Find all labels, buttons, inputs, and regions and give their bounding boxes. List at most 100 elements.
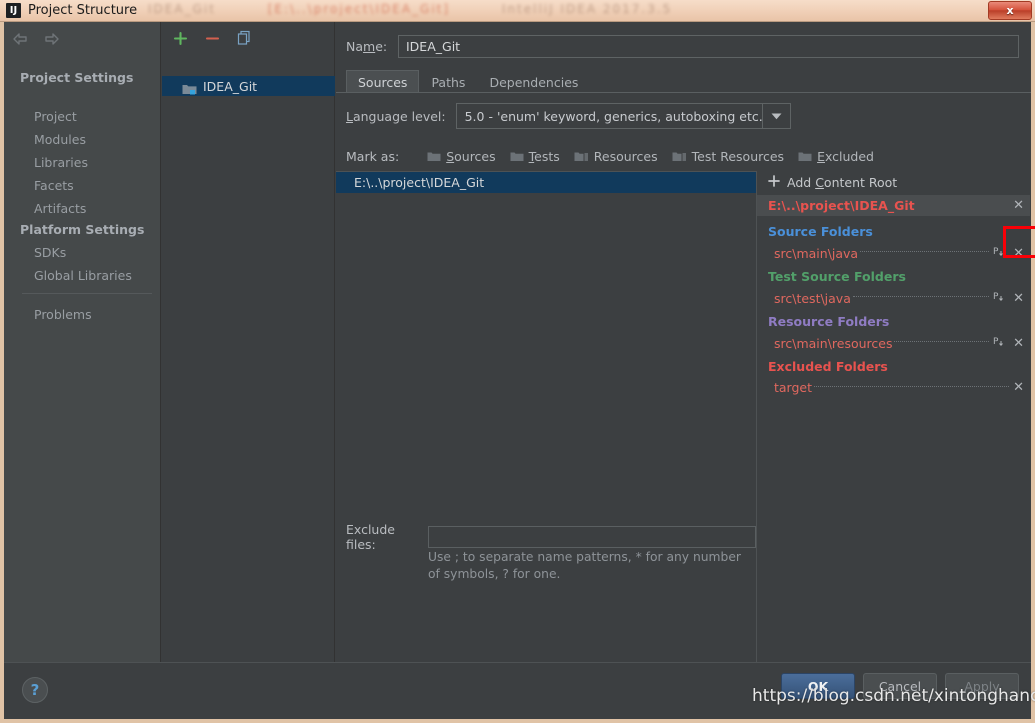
- folder-icon: [427, 152, 441, 161]
- tab-dependencies[interactable]: Dependencies: [477, 70, 590, 93]
- test-source-folder-entry[interactable]: src\test\java P ✕: [774, 290, 1024, 306]
- module-name-input[interactable]: IDEA_Git: [398, 34, 1019, 58]
- excluded-folder-entry[interactable]: target ✕: [774, 380, 1024, 395]
- window-close-button[interactable]: x: [988, 1, 1032, 20]
- mark-as-row: Mark as: Sources Tests Resources Test Re…: [346, 146, 888, 166]
- tabs-underline: [336, 92, 1031, 93]
- leader-dots: [852, 296, 990, 297]
- resource-folder-path: src\main\resources: [774, 335, 893, 351]
- source-folder-entry[interactable]: src\main\java P ✕: [774, 245, 1024, 261]
- modules-column: IDEA_Git: [162, 22, 335, 662]
- module-name-label: Name:: [346, 38, 388, 54]
- sidebar-item-modules[interactable]: Modules: [34, 132, 86, 147]
- sidebar-item-problems[interactable]: Problems: [34, 307, 92, 322]
- project-structure-dialog: IDEA_Git [E:\..\project\IDEA_Git] Intell…: [0, 0, 1035, 723]
- leader-dots: [894, 341, 990, 342]
- source-folder-path: src\main\java: [774, 245, 859, 261]
- modules-toolbar: [162, 26, 335, 50]
- chevron-down-icon[interactable]: [761, 104, 790, 128]
- window-title: Project Structure: [28, 3, 138, 18]
- add-content-root-label: Add Content Root: [787, 174, 898, 190]
- package-prefix-icon[interactable]: P: [993, 335, 1006, 351]
- resource-folder-entry[interactable]: src\main\resources P ✕: [774, 335, 1024, 351]
- tab-sources[interactable]: Sources: [346, 70, 420, 93]
- ghost-seg-1: [E:\..\project\IDEA_Git]: [267, 2, 451, 16]
- leader-dots: [860, 251, 990, 252]
- window-bottom-border: [0, 719, 1035, 723]
- mark-as-sources-button[interactable]: Sources: [427, 148, 496, 164]
- exclude-files-label: Exclude files:: [346, 522, 395, 552]
- test-source-folder-path: src\test\java: [774, 290, 851, 306]
- dialog-footer: ? OK Cancel Apply https://blog.csdn.net/…: [4, 662, 1035, 719]
- help-button[interactable]: ?: [22, 677, 48, 703]
- sidebar-divider: [22, 293, 152, 294]
- resource-folder-actions: P ✕: [993, 335, 1024, 351]
- content-root-tree-row[interactable]: E:\..\project\IDEA_Git: [336, 172, 756, 193]
- mark-as-excluded-label: Excluded: [817, 148, 874, 164]
- remove-resource-folder-icon[interactable]: ✕: [1013, 337, 1024, 350]
- sidebar-item-libraries[interactable]: Libraries: [34, 155, 88, 170]
- leader-dots: [814, 385, 1010, 387]
- group-label-resource-folders: Resource Folders: [768, 314, 890, 329]
- watermark-text: https://blog.csdn.net/xintonghanchuang: [752, 686, 1035, 706]
- mark-as-test-resources-button[interactable]: Test Resources: [672, 149, 784, 164]
- module-name-row: Name: IDEA_Git: [346, 34, 1019, 58]
- module-folder-icon: [182, 80, 197, 95]
- mark-as-sources-label: Sources: [446, 148, 496, 164]
- arrow-left-icon[interactable]: [12, 32, 28, 46]
- copy-module-button[interactable]: [235, 29, 253, 47]
- dialog-body: Project Settings Project Modules Librari…: [0, 22, 1035, 723]
- language-level-row: Language level: 5.0 - 'enum' keyword, ge…: [346, 103, 791, 129]
- mark-as-label: Mark as:: [346, 148, 400, 164]
- sidebar-item-artifacts[interactable]: Artifacts: [34, 201, 86, 216]
- exclude-files-area: Exclude files: Use ; to separate name pa…: [336, 522, 756, 584]
- mark-as-excluded-button[interactable]: Excluded: [798, 149, 874, 164]
- sidebar-item-project[interactable]: Project: [34, 109, 77, 124]
- sidebar-group-project-settings: Project Settings: [20, 70, 134, 85]
- svg-text:P: P: [993, 292, 999, 302]
- add-module-button[interactable]: [171, 29, 189, 47]
- title-bar: IDEA_Git [E:\..\project\IDEA_Git] Intell…: [0, 0, 1035, 22]
- folder-icon: [798, 152, 812, 161]
- svg-text:P: P: [993, 247, 999, 257]
- sidebar-item-global-libraries[interactable]: Global Libraries: [34, 268, 132, 283]
- content-root-tree: E:\..\project\IDEA_Git Exclude files: Us…: [336, 171, 756, 592]
- module-list-item-idea-git[interactable]: IDEA_Git: [162, 76, 335, 96]
- remove-test-source-folder-icon[interactable]: ✕: [1013, 292, 1024, 305]
- plus-icon: [768, 174, 780, 190]
- remove-source-folder-icon[interactable]: ✕: [1013, 247, 1024, 260]
- content-root-header: E:\..\project\IDEA_Git ✕: [757, 195, 1030, 216]
- module-detail-pane: Name: IDEA_Git Sources Paths Dependencie…: [336, 22, 1031, 662]
- svg-text:P: P: [993, 337, 999, 347]
- mark-as-test-resources-label: Test Resources: [691, 148, 785, 164]
- exclude-files-input[interactable]: [428, 526, 756, 548]
- sidebar-group-platform-settings: Platform Settings: [20, 222, 145, 237]
- source-folder-actions: P ✕: [993, 245, 1024, 261]
- excluded-folder-actions: ✕: [1013, 381, 1024, 394]
- titlebar-background-ghost-text: IDEA_Git [E:\..\project\IDEA_Git] Intell…: [148, 2, 1018, 20]
- remove-excluded-folder-icon[interactable]: ✕: [1013, 381, 1024, 394]
- folder-lines-icon: [672, 152, 686, 161]
- mark-as-tests-button[interactable]: Tests: [510, 149, 560, 164]
- sidebar-item-sdks[interactable]: SDKs: [34, 245, 66, 260]
- remove-module-button[interactable]: [203, 29, 221, 47]
- test-source-folder-actions: P ✕: [993, 290, 1024, 306]
- content-root-path: E:\..\project\IDEA_Git: [768, 198, 915, 213]
- language-level-select[interactable]: 5.0 - 'enum' keyword, generics, autoboxi…: [455, 103, 791, 129]
- mark-as-resources-label: Resources: [593, 148, 658, 164]
- ghost-seg-2: IntelliJ IDEA 2017.3.5: [501, 2, 673, 16]
- package-prefix-icon[interactable]: P: [993, 290, 1006, 306]
- add-content-root-button[interactable]: Add Content Root: [757, 171, 1030, 193]
- group-label-excluded-folders: Excluded Folders: [768, 359, 888, 374]
- language-level-label: Language level:: [346, 108, 446, 124]
- package-prefix-icon[interactable]: P: [993, 245, 1006, 261]
- mark-as-resources-button[interactable]: Resources: [574, 149, 658, 164]
- group-label-source-folders: Source Folders: [768, 224, 873, 239]
- module-list-item-label: IDEA_Git: [203, 78, 258, 94]
- tab-paths[interactable]: Paths: [419, 70, 477, 93]
- arrow-right-icon[interactable]: [44, 32, 60, 46]
- sidebar-item-facets[interactable]: Facets: [34, 178, 74, 193]
- remove-content-root-icon[interactable]: ✕: [1013, 199, 1024, 212]
- app-icon: IJ: [6, 3, 21, 18]
- exclude-files-hint: Use ; to separate name patterns, * for a…: [428, 550, 741, 581]
